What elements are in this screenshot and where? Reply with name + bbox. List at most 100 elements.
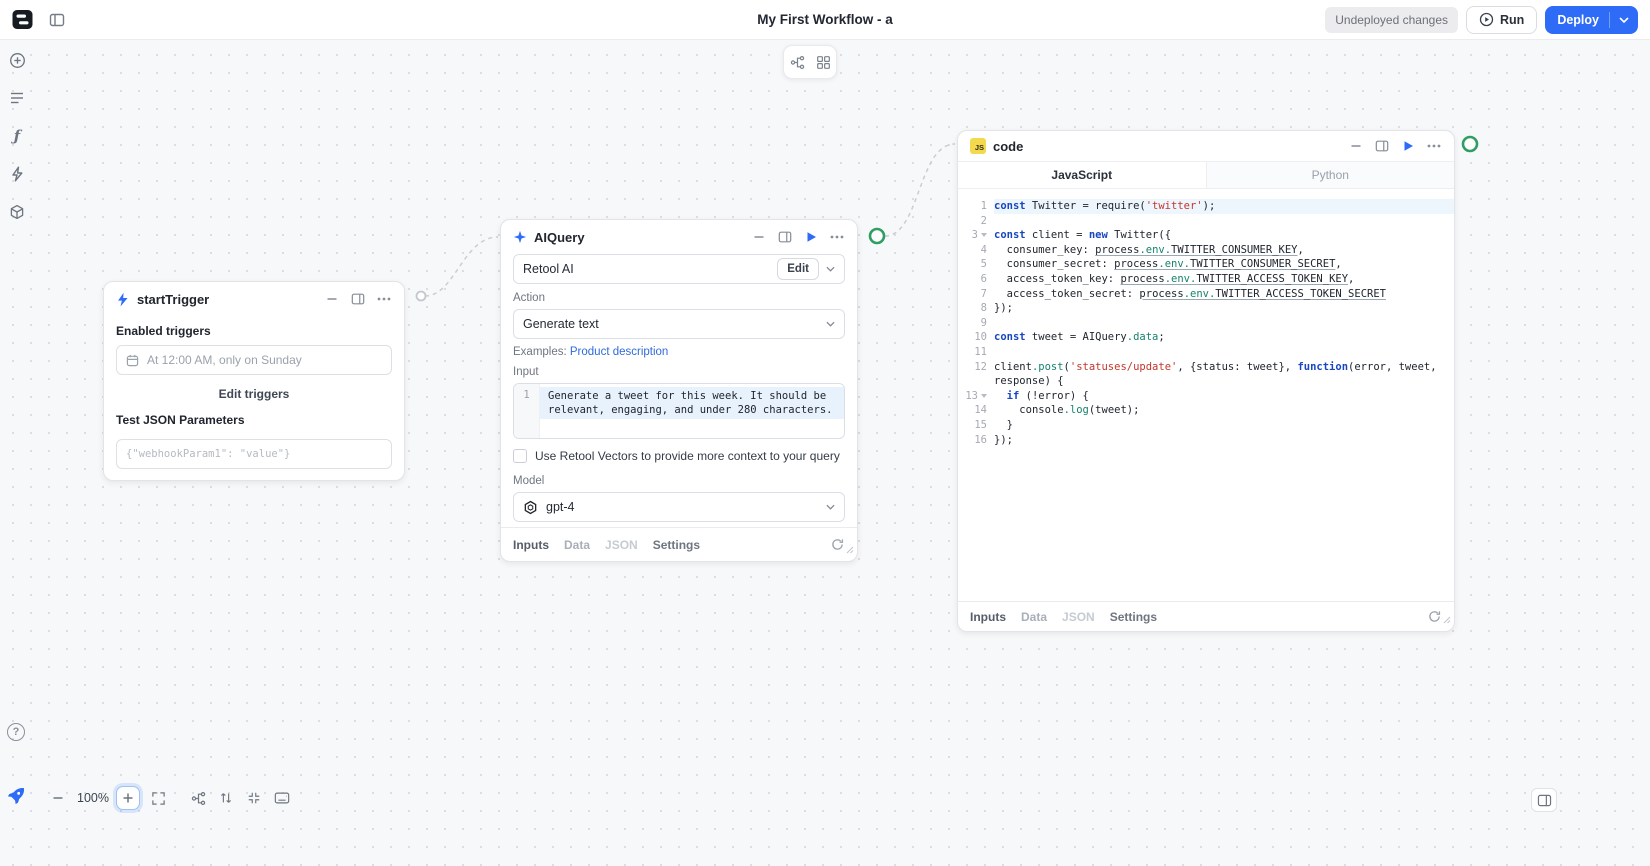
edit-resource-button[interactable]: Edit: [777, 258, 819, 280]
run-button[interactable]: Run: [1466, 6, 1537, 34]
prompt-editor[interactable]: 1 Generate a tweet for this week. It sho…: [513, 383, 845, 439]
debug-panel-toggle[interactable]: [1531, 788, 1557, 812]
code-line-text[interactable]: });: [994, 433, 1454, 448]
run-history-icon[interactable]: [5, 86, 29, 110]
code-line-text[interactable]: });: [994, 301, 1454, 316]
code-line[interactable]: 4 consumer_key: process.env.TWITTER_CONS…: [958, 243, 1454, 258]
auto-arrange-icon[interactable]: [186, 786, 210, 810]
action-select[interactable]: Generate text: [513, 309, 845, 339]
code-line-text[interactable]: if (!error) {: [994, 389, 1454, 404]
minimize-icon[interactable]: [1348, 138, 1364, 154]
code-line[interactable]: 2: [958, 214, 1454, 229]
retool-logo[interactable]: [12, 9, 33, 30]
minimap-icon[interactable]: [815, 54, 831, 70]
vectors-checkbox[interactable]: [513, 449, 527, 463]
code-line-text[interactable]: [994, 214, 1454, 229]
more-options-icon[interactable]: [829, 229, 845, 245]
code-line-text[interactable]: }: [994, 418, 1454, 433]
vectors-checkbox-row[interactable]: Use Retool Vectors to provide more conte…: [513, 449, 845, 463]
code-line[interactable]: 12client.post('statuses/update', {status…: [958, 360, 1454, 389]
open-panel-icon[interactable]: [350, 291, 366, 307]
code-line-text[interactable]: console.log(tweet);: [994, 403, 1454, 418]
node-starttrigger[interactable]: startTrigger Enabled triggers At 12:00: [103, 281, 405, 481]
code-line[interactable]: 10const tweet = AIQuery.data;: [958, 330, 1454, 345]
code-line-text[interactable]: [994, 316, 1454, 331]
node-code[interactable]: JS code JavaScriptPython 1const Twitter …: [957, 130, 1455, 632]
code-line[interactable]: 14 console.log(tweet);: [958, 403, 1454, 418]
refresh-icon[interactable]: [829, 537, 845, 553]
code-line[interactable]: 13 if (!error) {: [958, 389, 1454, 404]
resize-grip-icon[interactable]: [846, 541, 854, 559]
minimize-icon[interactable]: [324, 291, 340, 307]
code-line[interactable]: 6 access_token_key: process.env.TWITTER_…: [958, 272, 1454, 287]
run-block-icon[interactable]: [803, 229, 819, 245]
zoom-in-icon[interactable]: [116, 786, 140, 810]
fold-toggle-icon[interactable]: [981, 233, 987, 237]
run-block-icon[interactable]: [1400, 138, 1416, 154]
help-button[interactable]: ?: [7, 723, 25, 741]
auto-layout-icon[interactable]: [789, 54, 805, 70]
fit-to-screen-icon[interactable]: [146, 786, 170, 810]
workflow-canvas[interactable]: ƒ ? startTrigger: [0, 40, 1650, 866]
resize-grip-icon[interactable]: [1443, 611, 1451, 629]
code-output-connector[interactable]: [1463, 137, 1477, 151]
code-line[interactable]: 11: [958, 345, 1454, 360]
code-editor[interactable]: 1const Twitter = require('twitter');2 3c…: [958, 189, 1454, 601]
zoom-out-icon[interactable]: [46, 786, 70, 810]
code-line-text[interactable]: const client = new Twitter({: [994, 228, 1454, 243]
code-line[interactable]: 1const Twitter = require('twitter');: [958, 199, 1454, 214]
deploy-chevron-down-icon[interactable]: [1610, 17, 1638, 23]
code-line[interactable]: 8});: [958, 301, 1454, 316]
footer-tab-inputs[interactable]: Inputs: [970, 610, 1006, 624]
functions-icon[interactable]: ƒ: [5, 124, 29, 148]
code-line[interactable]: 3const client = new Twitter({: [958, 228, 1454, 243]
footer-tab-inputs[interactable]: Inputs: [513, 538, 549, 552]
footer-tab-json[interactable]: JSON: [1062, 610, 1095, 624]
fold-toggle-icon[interactable]: [981, 394, 987, 398]
code-line-text[interactable]: access_token_key: process.env.TWITTER_AC…: [994, 272, 1454, 287]
open-panel-icon[interactable]: [777, 229, 793, 245]
code-line-text[interactable]: consumer_secret: process.env.TWITTER_CON…: [994, 257, 1454, 272]
aiquery-output-connector[interactable]: [870, 229, 884, 243]
code-line[interactable]: 16});: [958, 433, 1454, 448]
tab-javascript[interactable]: JavaScript: [958, 162, 1206, 188]
schedule-trigger-field[interactable]: At 12:00 AM, only on Sunday: [116, 345, 392, 375]
model-select[interactable]: gpt-4: [513, 492, 845, 522]
more-options-icon[interactable]: [1426, 138, 1442, 154]
footer-tab-settings[interactable]: Settings: [653, 538, 700, 552]
minimize-icon[interactable]: [751, 229, 767, 245]
code-line-text[interactable]: client.post('statuses/update', {status: …: [994, 360, 1454, 389]
footer-tab-data[interactable]: Data: [564, 538, 590, 552]
keyboard-shortcuts-icon[interactable]: [270, 786, 294, 810]
starttrigger-output-connector[interactable]: [417, 292, 426, 301]
code-line-text[interactable]: const Twitter = require('twitter');: [994, 199, 1454, 214]
onboarding-rocket-icon[interactable]: [6, 786, 26, 811]
node-aiquery[interactable]: AIQuery Retool AI Edit: [500, 219, 858, 562]
resource-select[interactable]: Retool AI Edit: [513, 254, 845, 284]
code-line-text[interactable]: consumer_key: process.env.TWITTER_CONSUM…: [994, 243, 1454, 258]
footer-tab-data[interactable]: Data: [1021, 610, 1047, 624]
prompt-text[interactable]: Generate a tweet for this week. It shoul…: [540, 387, 844, 419]
left-panel-toggle-icon[interactable]: [49, 12, 65, 28]
test-json-input[interactable]: [116, 439, 392, 469]
triggers-icon[interactable]: [5, 162, 29, 186]
code-line-text[interactable]: [994, 345, 1454, 360]
resources-icon[interactable]: [5, 200, 29, 224]
footer-tab-json[interactable]: JSON: [605, 538, 638, 552]
more-options-icon[interactable]: [376, 291, 392, 307]
code-line-text[interactable]: const tweet = AIQuery.data;: [994, 330, 1454, 345]
edit-triggers-button[interactable]: Edit triggers: [116, 387, 392, 401]
footer-tab-settings[interactable]: Settings: [1110, 610, 1157, 624]
code-line[interactable]: 9: [958, 316, 1454, 331]
code-line-text[interactable]: access_token_secret: process.env.TWITTER…: [994, 287, 1454, 302]
add-block-icon[interactable]: [5, 48, 29, 72]
code-line[interactable]: 5 consumer_secret: process.env.TWITTER_C…: [958, 257, 1454, 272]
examples-link[interactable]: Product description: [570, 346, 668, 358]
open-panel-icon[interactable]: [1374, 138, 1390, 154]
collapse-blocks-icon[interactable]: [242, 786, 266, 810]
code-line[interactable]: 15 }: [958, 418, 1454, 433]
code-line[interactable]: 7 access_token_secret: process.env.TWITT…: [958, 287, 1454, 302]
refresh-icon[interactable]: [1426, 609, 1442, 625]
deploy-button[interactable]: Deploy: [1545, 6, 1638, 34]
tab-python[interactable]: Python: [1206, 162, 1455, 188]
